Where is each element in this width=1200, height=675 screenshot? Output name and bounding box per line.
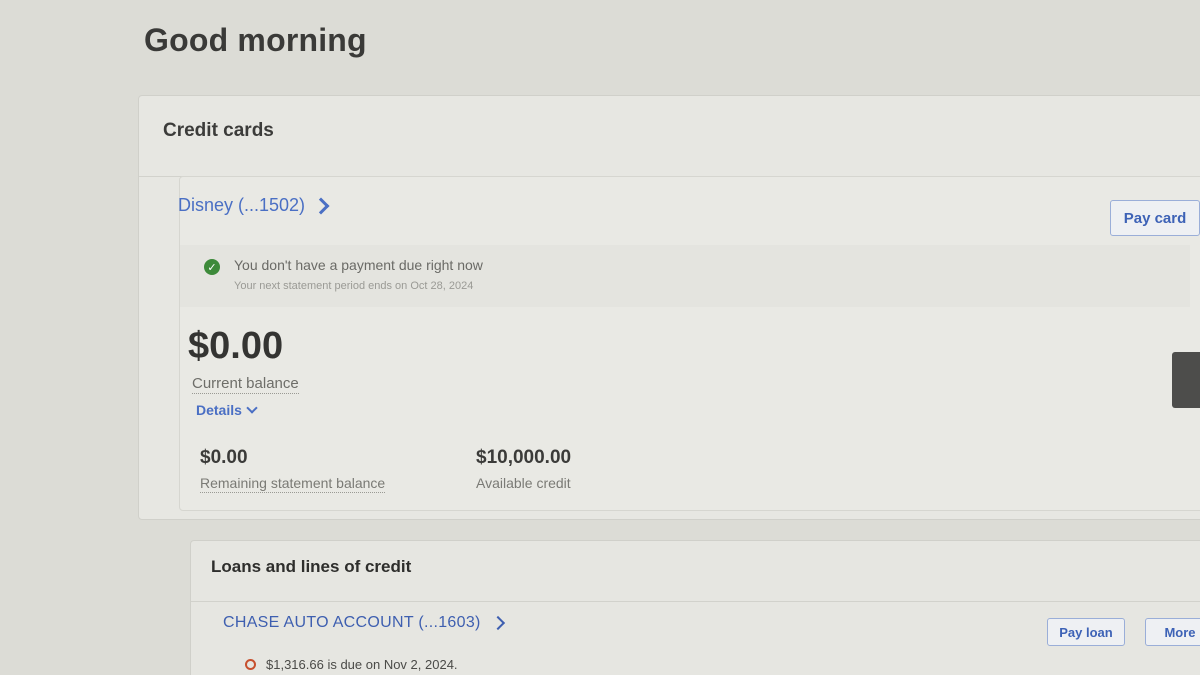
- details-toggle[interactable]: Details: [196, 402, 258, 418]
- current-balance-amount: $0.00: [188, 325, 284, 367]
- pay-card-button[interactable]: Pay card: [1110, 200, 1200, 236]
- loans-panel: Loans and lines of credit CHASE AUTO ACC…: [190, 540, 1200, 675]
- chevron-down-icon: [246, 402, 258, 414]
- current-balance-label[interactable]: Current balance: [192, 375, 299, 394]
- check-circle-icon: ✓: [204, 259, 220, 275]
- remaining-statement-balance-amount: $0.00: [200, 447, 248, 468]
- loan-account-name: CHASE AUTO ACCOUNT (...1603): [223, 614, 481, 631]
- payment-notice: ✓ You don't have a payment due right now…: [180, 245, 1190, 307]
- loan-due-notice: $1,316.66 is due on Nov 2, 2024.: [245, 657, 458, 672]
- more-button[interactable]: More: [1145, 618, 1200, 646]
- loans-header: Loans and lines of credit: [211, 557, 412, 576]
- alert-circle-icon: [245, 659, 256, 670]
- details-label: Details: [196, 402, 242, 418]
- chevron-right-icon: [490, 615, 505, 631]
- pay-loan-button[interactable]: Pay loan: [1047, 618, 1125, 646]
- card-account-name: Disney (...1502): [178, 195, 306, 215]
- remaining-statement-balance-label[interactable]: Remaining statement balance: [200, 475, 386, 493]
- loan-due-message: $1,316.66 is due on Nov 2, 2024.: [266, 657, 458, 672]
- remaining-statement-balance: $0.00 Remaining statement balance: [200, 447, 386, 493]
- available-credit-label: Available credit: [476, 475, 571, 491]
- notice-message: You don't have a payment due right now: [234, 257, 483, 273]
- notice-subtext: Your next statement period ends on Oct 2…: [234, 280, 474, 292]
- available-credit: $10,000.00 Available credit: [476, 447, 571, 491]
- credit-card-tile: Disney (...1502) Pay card ✓ You don't ha…: [178, 176, 1200, 511]
- card-art-image: [1172, 352, 1200, 408]
- credit-cards-panel: Credit cards Disney (...1502) Pay card ✓…: [138, 95, 1200, 520]
- divider: [191, 601, 1200, 602]
- loan-account-link[interactable]: CHASE AUTO ACCOUNT (...1603): [223, 614, 505, 632]
- page-greeting: Good morning: [144, 22, 367, 58]
- chevron-right-icon: [312, 197, 330, 214]
- credit-cards-header: Credit cards: [163, 120, 274, 141]
- available-credit-amount: $10,000.00: [476, 447, 572, 468]
- card-account-link[interactable]: Disney (...1502): [178, 195, 330, 216]
